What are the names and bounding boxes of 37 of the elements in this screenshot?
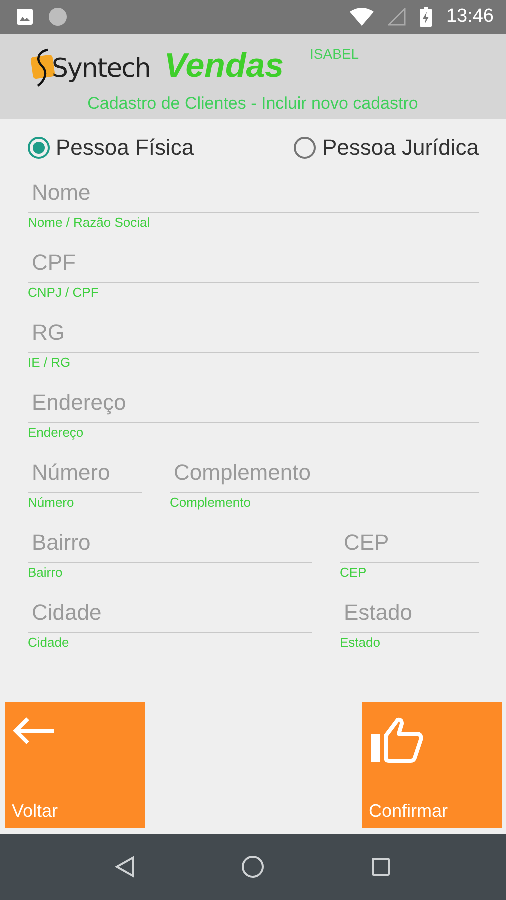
text-field[interactable]: CEP [340,523,479,563]
text-field[interactable]: CPF [28,243,479,283]
text-field[interactable]: Endereço [28,383,479,423]
user-name: ISABEL [310,46,360,62]
text-field[interactable]: Cidade [28,593,312,633]
text-field[interactable]: Número [28,453,142,493]
person-type-radio[interactable]: Pessoa Física [28,135,194,161]
logo-text: Syntech [52,54,150,86]
text-field[interactable]: Estado [340,593,479,633]
screen-subtitle: Cadastro de Clientes - Incluir novo cadastro [88,94,418,114]
text-field[interactable]: RG [28,313,479,353]
back-icon[interactable] [115,856,135,878]
field-caption: Bairro [28,565,64,582]
field-caption: Estado [340,635,382,652]
field-caption: IE / RG [28,355,72,372]
home-icon[interactable] [241,855,265,879]
field-caption: Cidade [28,635,70,652]
text-field[interactable]: Bairro [28,523,312,563]
app-name: Vendas [164,47,284,87]
field-caption: Nome / Razão Social [28,215,152,232]
recent-apps-icon[interactable] [371,857,391,877]
field-caption: CEP [340,565,368,582]
signal-icon [388,8,406,26]
thumbs-up-icon [369,716,423,764]
field-caption: Complemento [170,495,252,512]
text-field[interactable]: Complemento [170,453,479,493]
field-caption: Endereço [28,425,85,442]
left-arrow-icon [12,716,56,746]
field-caption: CNPJ / CPF [28,285,100,302]
circle-icon [48,7,68,27]
wifi-icon [350,8,374,26]
person-type-radio[interactable]: Pessoa Jurídica [294,135,479,161]
field-caption: Número [28,495,76,512]
battery-icon [420,7,432,27]
text-field[interactable]: Nome [28,173,479,213]
image-icon [16,8,34,26]
clock-time: 13:46 [446,6,494,28]
